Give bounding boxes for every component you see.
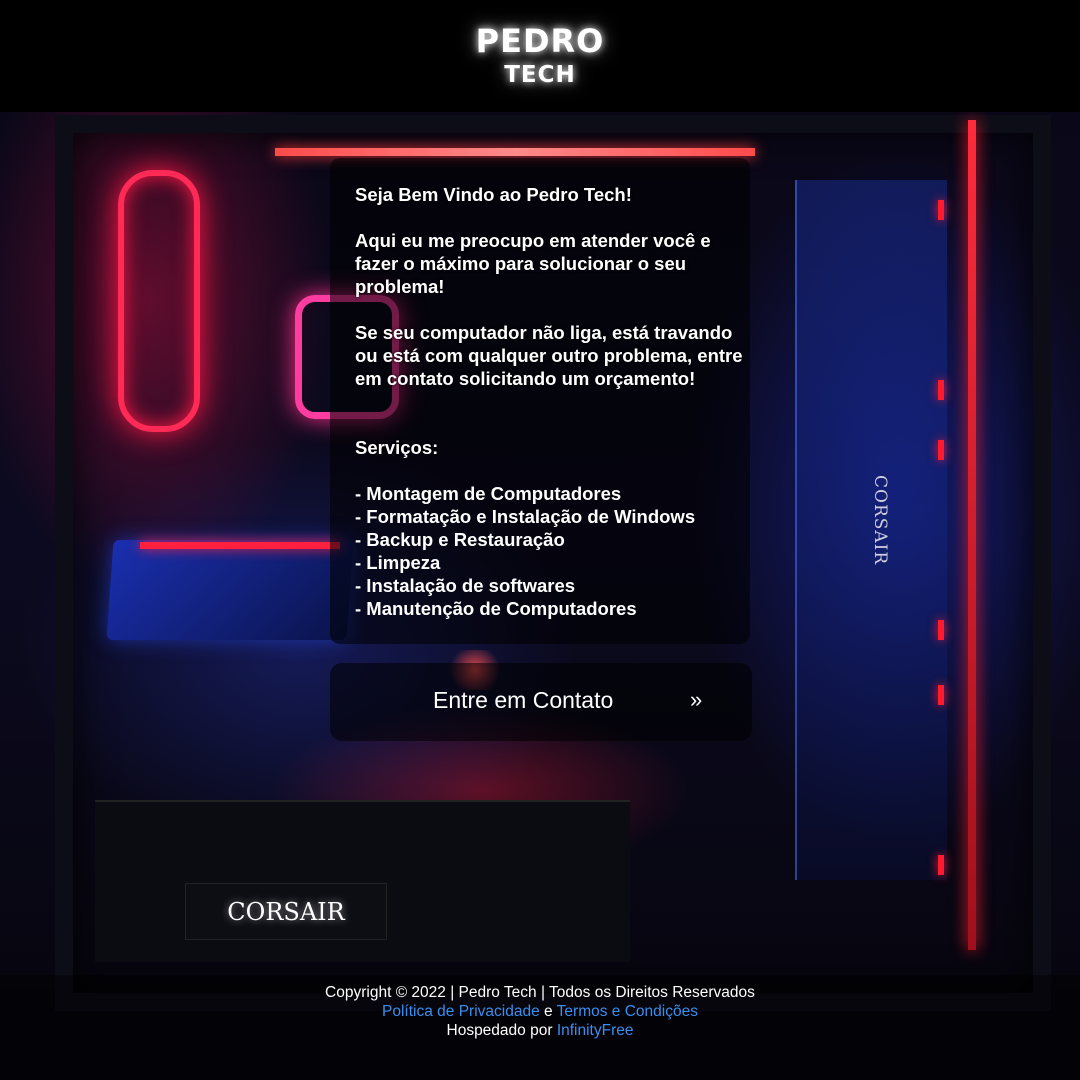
service-item: - Montagem de Computadores [355, 483, 622, 504]
led-dot [938, 200, 944, 220]
welcome-card: Seja Bem Vindo ao Pedro Tech! Aqui eu me… [330, 158, 750, 644]
rgb-fan [118, 170, 200, 432]
hosting-credit: Hospedado por InfinityFree [0, 1021, 1080, 1040]
site-footer: Copyright © 2022 | Pedro Tech | Todos os… [0, 975, 1080, 1080]
services-list: - Montagem de Computadores - Formatação … [355, 482, 745, 620]
services-title: Serviços: [355, 437, 439, 458]
and-text: e [544, 1003, 553, 1020]
contact-button-label: Entre em Contato [433, 687, 614, 713]
contact-button[interactable]: Entre em Contato » [330, 663, 752, 741]
copyright-text: Copyright © 2022 | Pedro Tech | Todos os… [325, 984, 755, 1001]
infinityfree-link[interactable]: InfinityFree [557, 1022, 634, 1039]
service-item: - Instalação de softwares [355, 575, 576, 596]
led-dot [938, 620, 944, 640]
hosted-by-text: Hospedado por [446, 1022, 553, 1039]
intro-paragraph: Aqui eu me preocupo em atender você e fa… [355, 230, 711, 297]
problem-paragraph: Se seu computador não liga, está travand… [355, 322, 743, 389]
corsair-logo: CORSAIR [185, 883, 387, 940]
welcome-heading: Seja Bem Vindo ao Pedro Tech! [355, 184, 632, 205]
double-chevron-right-icon: » [690, 687, 703, 712]
side-red-light [968, 120, 976, 950]
legal-links: Política de Privacidade e Termos e Condi… [0, 1002, 1080, 1021]
led-dot [938, 380, 944, 400]
led-dot [938, 855, 944, 875]
led-dot [938, 685, 944, 705]
site-header: PEDRO TECH [0, 0, 1080, 112]
privacy-policy-link[interactable]: Política de Privacidade [382, 1003, 540, 1020]
logo-title[interactable]: PEDRO [0, 22, 1080, 60]
gpu-led-bar [140, 542, 340, 549]
graphics-card [106, 540, 354, 640]
top-led-strip [275, 148, 755, 156]
service-item: - Limpeza [355, 552, 441, 573]
service-item: - Manutenção de Computadores [355, 598, 637, 619]
corsair-vertical-logo: CORSAIR [870, 475, 890, 566]
service-item: - Backup e Restauração [355, 529, 565, 550]
service-item: - Formatação e Instalação de Windows [355, 506, 696, 527]
led-dot [938, 440, 944, 460]
terms-link[interactable]: Termos e Condições [557, 1003, 698, 1020]
logo-subtitle[interactable]: TECH [0, 62, 1080, 88]
